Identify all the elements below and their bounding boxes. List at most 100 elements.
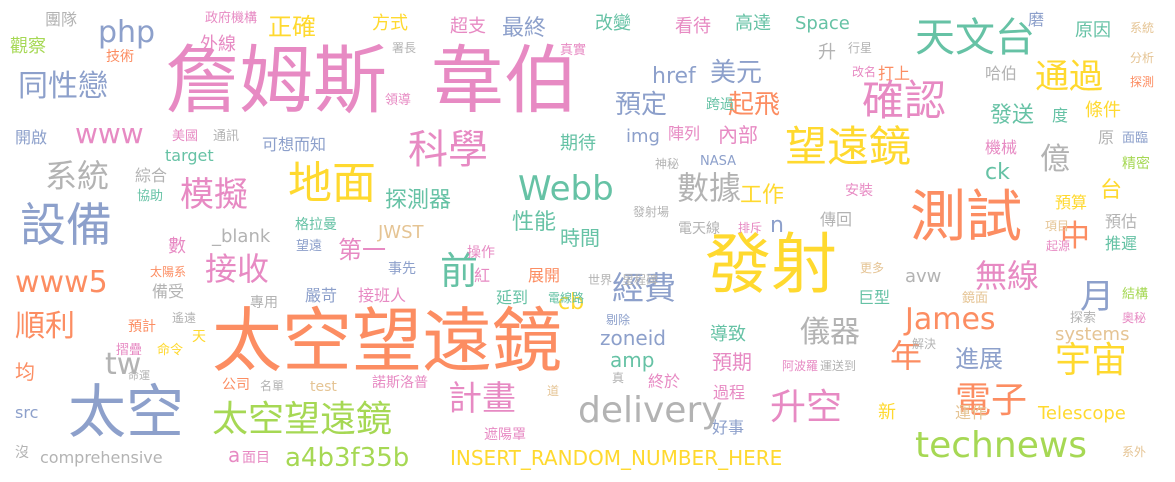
word-plan: 計畫: [448, 379, 516, 419]
word-estimate: 預估: [1105, 212, 1138, 231]
word-finally: 終於: [648, 372, 681, 391]
word-change: 改變: [595, 13, 631, 34]
word-assist: 協助: [137, 189, 164, 204]
word-comprehensive: comprehensive: [40, 448, 163, 467]
word-cross: 跨過: [706, 97, 734, 113]
word-takeoff: 起飛: [728, 90, 781, 120]
word-fate: 命運: [128, 369, 150, 382]
word-lead: 領導: [385, 93, 412, 108]
word-test-en: test: [310, 379, 337, 395]
word-conceivable: 可想而知: [262, 135, 327, 154]
word-src: src: [15, 403, 39, 422]
word-face-challenge: 面臨: [1122, 131, 1149, 146]
word-milestone: 里程碑: [622, 273, 659, 287]
word-more: 更多: [860, 261, 885, 275]
word-remote: 遙遠: [172, 311, 197, 325]
word-exo: 系外: [1122, 445, 1147, 459]
word-smooth: 順利: [15, 309, 75, 344]
word-launch-up: 打上: [878, 64, 911, 83]
word-circuit: 電線路: [548, 291, 585, 305]
word-budget: 預算: [1055, 193, 1088, 212]
word-rise: 升: [818, 42, 836, 63]
word-technews: technews: [915, 425, 1088, 466]
word-precision: 精密: [1122, 156, 1150, 172]
word-project: 項目: [1045, 219, 1070, 233]
word-telescope-en: Telescope: [1038, 403, 1126, 424]
word-img: img: [626, 126, 660, 147]
word-performance: 性能: [512, 210, 557, 235]
word-target: target: [165, 146, 214, 165]
word-real: 真實: [560, 43, 587, 58]
word-liftoff: 升空: [770, 387, 843, 428]
word-face: 面目: [242, 450, 270, 466]
word-www5: www5: [15, 265, 108, 300]
word-in-advance: 事先: [388, 261, 416, 277]
word-space-en: Space: [795, 13, 850, 34]
word-work: 工作: [740, 183, 785, 208]
word-php: php: [98, 15, 156, 50]
word-command: 命令: [157, 343, 184, 358]
word-ck: ck: [985, 160, 1010, 185]
word-hundred-million: 億: [1040, 142, 1070, 177]
word-confirm: 確認: [862, 76, 947, 125]
word-none: 沒: [15, 445, 29, 461]
word-homosexual: 同性戀: [18, 69, 108, 104]
word-fold: 摺疊: [116, 343, 143, 358]
word-return: 傳回: [820, 210, 853, 229]
word-planned: 預計: [128, 319, 156, 335]
word-dedicated: 專用: [250, 295, 278, 311]
word-explore: 探索: [1070, 311, 1097, 326]
word-data: 數據: [677, 169, 742, 207]
word-system-small: 系統: [1130, 21, 1155, 35]
word-world: 世界: [588, 273, 613, 287]
word-test: 測試: [910, 185, 1022, 250]
word-machinery: 機械: [985, 138, 1018, 157]
word-northrop: 諾斯洛普: [372, 375, 428, 391]
word-company: 公司: [222, 377, 250, 393]
word-correct: 正確: [268, 13, 316, 41]
word-amp: amp: [610, 348, 655, 372]
word-reason: 原因: [1075, 20, 1111, 41]
word-instrument: 儀器: [800, 315, 860, 350]
word-government-agency: 政府機構: [205, 11, 258, 26]
word-james: James: [905, 302, 996, 337]
word-deploy: 展開: [528, 266, 561, 285]
word-final: 最終: [502, 16, 547, 41]
word-outer-line: 外線: [200, 34, 236, 55]
word-n: n: [770, 213, 784, 238]
word-analysis: 分析: [1130, 51, 1155, 65]
word-degree: 度: [1052, 106, 1069, 125]
word-space-telescope-small: 太空望遠鏡: [212, 399, 393, 440]
word-secret: 奧秘: [1122, 311, 1147, 325]
word-mirror: 鏡面: [962, 291, 989, 306]
word-even: 均: [15, 360, 35, 384]
word-pass: 通過: [1035, 57, 1103, 97]
word-receive: 接收: [205, 250, 270, 288]
word-structure: 結構: [1122, 287, 1149, 302]
word-open: 開啟: [15, 128, 48, 147]
word-good-thing: 好事: [712, 418, 745, 437]
word-grumman: 格拉曼: [295, 217, 337, 233]
word-process: 過程: [713, 383, 746, 402]
word-method: 方式: [372, 13, 408, 34]
word-cause: 導致: [710, 324, 746, 345]
word-cloud: 詹姆斯 韋伯 太空望遠鏡 發射 太空 測試 設備 地面 天文台 確認 望遠鏡 科…: [0, 0, 1175, 482]
word-science: 科學: [408, 127, 488, 173]
word-team: 團隊: [45, 10, 78, 29]
word-detect: 探測: [1130, 75, 1155, 89]
word-delivery: delivery: [578, 390, 723, 431]
word-grind: 磨: [1028, 10, 1045, 29]
word-a: a: [228, 443, 241, 467]
word-webb-chinese: 韋伯: [430, 38, 578, 124]
word-zoneid: zoneid: [600, 326, 666, 350]
word-nasa: NASA: [700, 154, 737, 169]
word-director: 署長: [392, 41, 417, 55]
word-a4b3f35b: a4b3f35b: [285, 443, 410, 473]
word-insert-random-number: INSERT_RANDOM_NUMBER_HERE: [450, 446, 783, 470]
word-webb: Webb: [518, 169, 614, 209]
word-reach: 高達: [735, 13, 771, 34]
word-technology: 技術: [106, 49, 134, 65]
word-array: 陣列: [668, 124, 701, 143]
word-blank: _blank: [212, 226, 271, 247]
word-install: 安裝: [845, 183, 873, 199]
